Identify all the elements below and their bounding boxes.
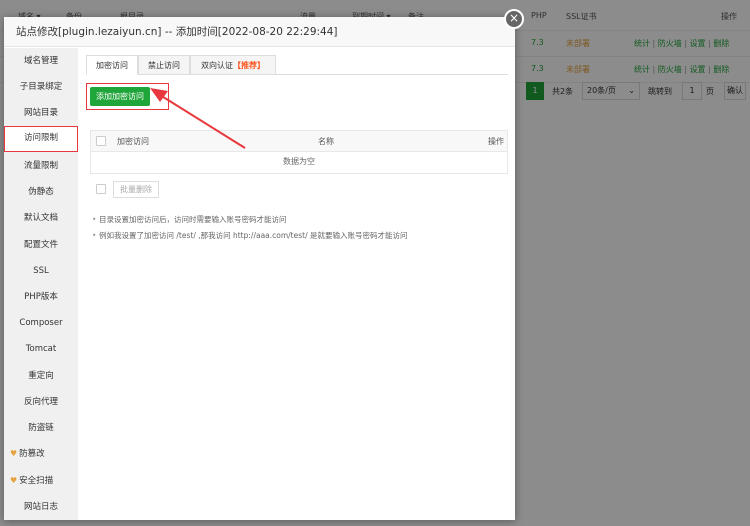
modal-title: 站点修改[plugin.lezaiyun.cn] -- 添加时间[2022-08… — [4, 17, 515, 47]
tab-label: 双向认证 — [201, 61, 233, 70]
sidebar-item-default-doc[interactable]: 默认文档 — [4, 205, 78, 231]
close-icon[interactable]: × — [504, 9, 524, 29]
sidebar-item-ssl[interactable]: SSL — [4, 258, 78, 284]
sidebar-item-security-scan[interactable]: ♥ 安全扫描 — [4, 468, 78, 494]
tab-deny-access[interactable]: 禁止访问 — [138, 55, 190, 75]
sidebar-item-label: 防篡改 — [19, 449, 45, 459]
highlight-box — [86, 83, 169, 110]
table-header: 加密访问 名称 操作 — [90, 130, 508, 152]
select-all-checkbox[interactable] — [96, 136, 106, 146]
sidebar-item-label: 安全扫描 — [19, 476, 54, 486]
tip-item: 目录设置加密访问后，访问时需要输入账号密码才能访问 — [92, 212, 408, 228]
modal-content: 加密访问 禁止访问 双向认证【推荐】 添加加密访问 加密访问 名称 操作 数据为… — [78, 48, 515, 520]
sidebar-item-site-log[interactable]: 网站日志 — [4, 494, 78, 520]
empty-state: 数据为空 — [90, 152, 508, 174]
sidebar-item-php[interactable]: PHP版本 — [4, 284, 78, 310]
gem-icon: ♥ — [10, 476, 18, 485]
sidebar-item-reverse-proxy[interactable]: 反向代理 — [4, 389, 78, 415]
tab-encrypted-access[interactable]: 加密访问 — [86, 55, 138, 75]
col-name: 名称 — [318, 137, 334, 146]
recommend-badge: 【推荐】 — [233, 61, 265, 70]
col-ops: 操作 — [488, 137, 504, 146]
site-edit-modal: 站点修改[plugin.lezaiyun.cn] -- 添加时间[2022-08… — [4, 17, 515, 520]
tip-item: 例如我设置了加密访问 /test/ ,那我访问 http://aaa.com/t… — [92, 228, 408, 244]
sidebar-item-domain[interactable]: 域名管理 — [4, 48, 78, 74]
sidebar-item-access-limit[interactable]: 访问限制 — [4, 126, 78, 152]
sidebar-item-composer[interactable]: Composer — [4, 310, 78, 336]
batch-delete-button[interactable]: 批量删除 — [113, 181, 159, 198]
batch-select-checkbox[interactable] — [96, 184, 106, 194]
sidebar-item-site-dir[interactable]: 网站目录 — [4, 100, 78, 126]
gem-icon: ♥ — [10, 449, 18, 458]
help-tips: 目录设置加密访问后，访问时需要输入账号密码才能访问 例如我设置了加密访问 /te… — [92, 212, 408, 244]
tab-mutual-auth[interactable]: 双向认证【推荐】 — [190, 55, 276, 75]
modal-sidebar: 域名管理 子目录绑定 网站目录 访问限制 流量限制 伪静态 默认文档 配置文件 … — [4, 48, 78, 520]
sidebar-item-subdir[interactable]: 子目录绑定 — [4, 74, 78, 100]
sidebar-item-tamper-proof[interactable]: ♥ 防篡改 — [4, 441, 78, 467]
sidebar-item-hotlink[interactable]: 防盗链 — [4, 415, 78, 441]
sidebar-item-rewrite[interactable]: 伪静态 — [4, 179, 78, 205]
col-encrypted-access: 加密访问 — [117, 137, 149, 146]
sidebar-item-traffic-limit[interactable]: 流量限制 — [4, 153, 78, 179]
sidebar-item-config[interactable]: 配置文件 — [4, 232, 78, 258]
sidebar-item-redirect[interactable]: 重定向 — [4, 363, 78, 389]
sidebar-item-tomcat[interactable]: Tomcat — [4, 336, 78, 362]
